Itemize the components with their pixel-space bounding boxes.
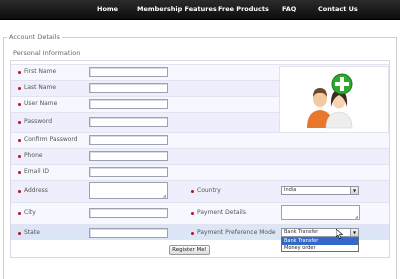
country-select[interactable]: India ▼	[281, 186, 359, 195]
register-button[interactable]: Register Me!	[169, 245, 210, 255]
required-marker	[18, 190, 21, 193]
last-name-field[interactable]	[89, 83, 168, 93]
required-marker	[18, 155, 21, 158]
nav-membership-features[interactable]: Membership Features	[137, 5, 217, 13]
email-label: Email ID	[24, 168, 49, 175]
fieldset-legend: Account Details	[7, 33, 62, 41]
row-email	[11, 164, 389, 180]
chevron-down-icon[interactable]: ▼	[350, 187, 358, 194]
user-name-label: User Name	[24, 100, 58, 107]
required-marker	[18, 171, 21, 174]
address-label: Address	[24, 187, 48, 194]
confirm-password-field[interactable]	[89, 135, 168, 145]
required-marker	[18, 121, 21, 124]
avatar-panel	[279, 66, 389, 133]
state-label: State	[24, 229, 40, 236]
required-marker	[191, 212, 194, 215]
required-marker	[18, 212, 21, 215]
nav-faq[interactable]: FAQ	[282, 5, 296, 13]
payment-preference-select[interactable]: Bank Transfer ▼	[281, 228, 359, 237]
city-label: City	[24, 209, 36, 216]
user-name-field[interactable]	[89, 99, 168, 109]
top-nav-bar: Home Membership Features Free Products F…	[0, 0, 400, 20]
phone-label: Phone	[24, 152, 43, 159]
first-name-field[interactable]	[89, 67, 168, 77]
payment-details-textarea[interactable]: ◢	[281, 205, 360, 220]
required-marker	[18, 232, 21, 235]
payment-preference-dropdown: Bank Transfer Money order	[281, 237, 359, 252]
section-title: Personal Information	[13, 49, 81, 57]
required-marker	[191, 232, 194, 235]
resize-grip-icon: ◢	[162, 193, 166, 198]
email-field[interactable]	[89, 167, 168, 177]
payment-preference-label: Payment Preference Mode	[197, 229, 276, 236]
payment-preference-value: Bank Transfer	[284, 229, 319, 235]
required-marker	[18, 71, 21, 74]
users-add-icon	[307, 73, 353, 129]
nav-home[interactable]: Home	[97, 5, 118, 13]
password-label: Password	[24, 118, 53, 125]
mouse-pointer-icon	[336, 229, 344, 239]
city-field[interactable]	[89, 208, 168, 218]
payment-details-label: Payment Details	[197, 209, 246, 216]
required-marker	[18, 139, 21, 142]
dropdown-option-money-order[interactable]: Money order	[282, 245, 358, 252]
nav-contact-us[interactable]: Contact Us	[318, 5, 358, 13]
confirm-password-label: Confirm Password	[24, 136, 78, 143]
required-marker	[18, 87, 21, 90]
address-textarea[interactable]: ◢	[89, 182, 168, 199]
required-marker	[191, 190, 194, 193]
state-field[interactable]	[89, 228, 168, 238]
password-field[interactable]	[89, 117, 168, 127]
resize-grip-icon: ◢	[354, 214, 358, 219]
country-select-value: India	[284, 187, 297, 193]
last-name-label: Last Name	[24, 84, 57, 91]
phone-field[interactable]	[89, 151, 168, 161]
chevron-down-icon[interactable]: ▼	[350, 229, 358, 236]
required-marker	[18, 103, 21, 106]
first-name-label: First Name	[24, 68, 57, 75]
nav-free-products[interactable]: Free Products	[218, 5, 269, 13]
country-label: Country	[197, 187, 221, 194]
row-phone	[11, 148, 389, 164]
